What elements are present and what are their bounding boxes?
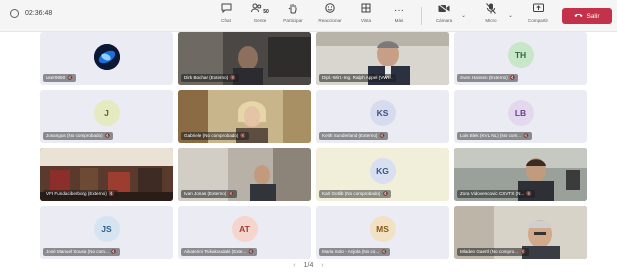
- view-icon: [361, 3, 371, 18]
- participant-tile[interactable]: user9650 🔇: [40, 32, 173, 85]
- avatar: AT: [231, 216, 258, 242]
- grid-pagination: ‹ 1/4 ›: [0, 262, 617, 269]
- avatar: LB: [507, 100, 534, 126]
- avatar: KS: [369, 100, 396, 126]
- more-icon: ···: [394, 5, 404, 16]
- avatar: JS: [93, 216, 120, 242]
- participant-tile[interactable]: Zora Vidovencovic CSVTS (N... 🔇: [454, 148, 587, 201]
- participant-name-chip: Ivan Jonas (Externo) 🔇: [181, 190, 238, 198]
- avatar: KG: [369, 158, 396, 184]
- participant-name-chip: Dipl.-Wirt.-Ing. Ralph Appel (VWI...: [319, 74, 396, 82]
- toolbar-divider: [421, 7, 422, 25]
- share-button[interactable]: Compartir: [521, 3, 555, 29]
- next-page-button[interactable]: ›: [321, 262, 323, 269]
- participant-name-chip: Zora Vidovencovic CSVTS (N... 🔇: [457, 190, 535, 198]
- mic-button[interactable]: Micro: [476, 3, 506, 29]
- participant-name-chip: Sven Hansen (Externo) 🔇: [457, 74, 519, 82]
- react-button[interactable]: Reaccionar: [313, 3, 347, 29]
- participant-name-chip: Aikaterini Tsikakoudaki (Exte... 🔇: [181, 248, 257, 256]
- participant-name-chip: Maria Solo - Anjola (No co... 🔇: [319, 248, 390, 256]
- mic-muted-icon: 🔇: [67, 75, 73, 80]
- participant-tile[interactable]: Dipl.-Wirt.-Ing. Ralph Appel (VWI...: [316, 32, 449, 85]
- phone-icon: [574, 12, 583, 20]
- participant-name-chip: Keith Sunderland (Externo) 🔇: [319, 132, 389, 140]
- participant-tile[interactable]: VFI Fundaciberborg (Externo) 🔇: [40, 148, 173, 201]
- people-count: 50: [263, 9, 269, 15]
- mic-muted-icon: 🔇: [526, 191, 532, 196]
- mic-muted-icon: 🔇: [108, 191, 115, 196]
- mic-muted-icon: 🔇: [523, 133, 529, 138]
- camera-icon: [437, 3, 451, 18]
- view-button[interactable]: Vista: [351, 3, 381, 29]
- participant-tile[interactable]: J Josangus (No comprobado) 🔇: [40, 90, 173, 143]
- participant-tile[interactable]: JS José Manuel Sousa (No com... 🔇: [40, 206, 173, 259]
- mic-muted-icon: 🔇: [382, 191, 389, 196]
- call-timer: 02:36:48: [10, 9, 52, 18]
- raise-hand-icon: [288, 3, 298, 18]
- mic-muted-icon: 🔇: [519, 249, 526, 254]
- chat-icon: [221, 3, 232, 18]
- camera-options-chevron-icon[interactable]: ⌄: [461, 12, 466, 19]
- participant-tile[interactable]: KS Keith Sunderland (Externo) 🔇: [316, 90, 449, 143]
- participant-tile[interactable]: LB Lois Blek (KVL NL) (No com... 🔇: [454, 90, 587, 143]
- participant-tile[interactable]: Mladen Gaertl (No compro... 🔇: [454, 206, 587, 259]
- more-button[interactable]: ··· Más: [384, 3, 414, 29]
- shield-icon: [10, 9, 19, 18]
- leave-button[interactable]: Salir: [562, 8, 612, 24]
- avatar: TH: [507, 42, 534, 68]
- previous-page-button[interactable]: ‹: [293, 262, 295, 269]
- mic-muted-icon: 🔇: [230, 75, 236, 80]
- participant-name-chip: Karl Gotlib (No comprobado) 🔇: [319, 190, 392, 198]
- people-button[interactable]: 50 Gente: [243, 3, 277, 29]
- participant-tile[interactable]: AT Aikaterini Tsikakoudaki (Exte... 🔇: [178, 206, 311, 259]
- meeting-toolbar: 02:36:48 Chat 50 Gente Participar Reacci…: [0, 0, 617, 32]
- raise-hand-button[interactable]: Participar: [278, 3, 308, 29]
- people-icon: 50: [251, 3, 269, 18]
- mic-muted-icon: 🔇: [228, 191, 235, 196]
- mic-muted-icon: 🔇: [509, 75, 516, 80]
- mic-icon: [486, 3, 496, 18]
- participant-tile[interactable]: Dirk Bochar (Externo) 🔇: [178, 32, 311, 85]
- share-icon: [532, 3, 544, 18]
- mic-muted-icon: 🔇: [381, 249, 387, 254]
- participant-name-chip: Dirk Bochar (Externo) 🔇: [181, 74, 239, 82]
- call-timer-text: 02:36:48: [25, 10, 53, 17]
- camera-button[interactable]: Cámara: [429, 3, 459, 29]
- avatar: [93, 44, 120, 70]
- mic-muted-icon: 🔇: [110, 249, 117, 254]
- participant-name-chip: Lois Blek (KVL NL) (No com... 🔇: [457, 132, 532, 140]
- participant-name-chip: Mladen Gaertl (No compro... 🔇: [457, 248, 529, 256]
- avatar: MS: [369, 216, 396, 242]
- participant-tile[interactable]: MS Maria Solo - Anjola (No co... 🔇: [316, 206, 449, 259]
- participant-name-chip: Josangus (No comprobado) 🔇: [43, 132, 114, 140]
- mic-muted-icon: 🔇: [240, 133, 247, 138]
- participant-tile[interactable]: Ivan Jonas (Externo) 🔇: [178, 148, 311, 201]
- participant-grid: user9650 🔇 Dirk Bochar (Externo) 🔇 Dipl.-W…: [40, 32, 588, 260]
- participant-name-chip: VFI Fundaciberborg (Externo) 🔇: [43, 190, 118, 198]
- mic-muted-icon: 🔇: [104, 133, 111, 138]
- participant-tile[interactable]: Gabriele (No comprobado) 🔇: [178, 90, 311, 143]
- mic-options-chevron-icon[interactable]: ⌄: [508, 12, 513, 19]
- participant-name-chip: José Manuel Sousa (No com... 🔇: [43, 248, 120, 256]
- chat-button[interactable]: Chat: [211, 3, 241, 29]
- avatar: J: [93, 100, 120, 126]
- participant-name-chip: Gabriele (No comprobado) 🔇: [181, 132, 250, 140]
- participant-tile[interactable]: TH Sven Hansen (Externo) 🔇: [454, 32, 587, 85]
- react-icon: [325, 3, 335, 18]
- mic-muted-icon: 🔇: [379, 133, 386, 138]
- mic-muted-icon: 🔇: [248, 249, 254, 254]
- participant-name-chip: user9650 🔇: [43, 74, 76, 82]
- participant-tile[interactable]: KG Karl Gotlib (No comprobado) 🔇: [316, 148, 449, 201]
- page-indicator: 1/4: [303, 262, 314, 269]
